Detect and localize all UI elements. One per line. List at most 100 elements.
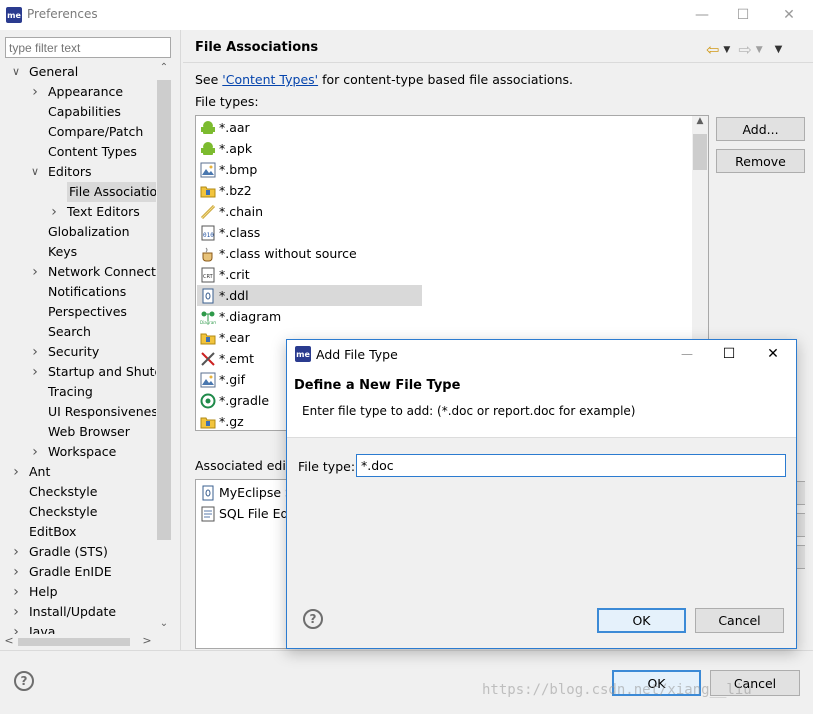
file-type-row[interactable]: Diagram *.diagram bbox=[200, 306, 281, 327]
tree-item[interactable]: Workspace bbox=[48, 442, 116, 462]
list-scroll-up-icon[interactable]: ▲ bbox=[692, 116, 708, 132]
forward-arrow-icon[interactable]: ⇨ bbox=[738, 40, 751, 59]
tree-item[interactable]: Compare/Patch bbox=[48, 122, 143, 142]
expand-chevron-icon[interactable]: › bbox=[10, 465, 22, 479]
tree-item[interactable]: Startup and Shutdown bbox=[48, 362, 172, 382]
file-type-input[interactable] bbox=[356, 454, 786, 477]
add-button[interactable]: Add... bbox=[716, 117, 805, 141]
file-type-row[interactable]: 010 *.class bbox=[200, 222, 260, 243]
tree-item[interactable]: Capabilities bbox=[48, 102, 121, 122]
tree-item[interactable]: Install/Update bbox=[29, 602, 116, 622]
file-type-label: *.bz2 bbox=[219, 183, 252, 198]
tree-item[interactable]: Perspectives bbox=[48, 302, 127, 322]
dialog-close-button[interactable]: ✕ bbox=[759, 342, 787, 366]
file-type-row[interactable]: *.bz2 bbox=[200, 180, 252, 201]
expand-chevron-icon[interactable]: › bbox=[29, 345, 41, 359]
collapse-chevron-icon[interactable]: ∨ bbox=[29, 166, 41, 178]
list-scroll-thumb[interactable] bbox=[693, 134, 707, 170]
remove-button[interactable]: Remove bbox=[716, 149, 805, 173]
tree-item[interactable]: Gradle EnIDE bbox=[29, 562, 112, 582]
dialog-minimize-button[interactable]: — bbox=[673, 342, 701, 366]
tree-item[interactable]: Network Connections bbox=[48, 262, 172, 282]
tree-item[interactable]: Checkstyle bbox=[29, 482, 97, 502]
tree-item[interactable]: EditBox bbox=[29, 522, 76, 542]
tree-item[interactable]: Checkstyle bbox=[29, 502, 97, 522]
tree-item[interactable]: UI Responsiveness bbox=[48, 402, 164, 422]
file-type-row[interactable]: *.gradle bbox=[200, 390, 269, 411]
tree-item[interactable]: Editors bbox=[48, 162, 92, 182]
image-file-icon bbox=[200, 162, 216, 178]
minimize-button[interactable]: — bbox=[682, 0, 722, 30]
collapse-chevron-icon[interactable]: ∨ bbox=[10, 66, 22, 78]
tree-vertical-scrollbar[interactable]: ⌃ ⌄ bbox=[156, 62, 172, 638]
dialog-cancel-button[interactable]: Cancel bbox=[695, 608, 784, 633]
file-type-label: File type: bbox=[298, 459, 356, 474]
file-type-label: *.chain bbox=[219, 204, 264, 219]
tree-item[interactable]: Web Browser bbox=[48, 422, 130, 442]
file-type-row[interactable]: *.apk bbox=[200, 138, 252, 159]
expand-chevron-icon[interactable]: › bbox=[48, 205, 60, 219]
dialog-help-icon[interactable]: ? bbox=[303, 609, 323, 629]
scroll-left-icon[interactable]: < bbox=[2, 634, 16, 650]
expand-chevron-icon[interactable]: › bbox=[10, 585, 22, 599]
file-type-row[interactable]: *.bmp bbox=[200, 159, 257, 180]
forward-dropdown-icon[interactable]: ▼ bbox=[756, 45, 763, 55]
file-type-label: *.bmp bbox=[219, 162, 258, 177]
close-button[interactable]: ✕ bbox=[769, 0, 809, 30]
file-type-row[interactable]: *.chain bbox=[200, 201, 263, 222]
view-menu-icon[interactable]: ▼ bbox=[775, 44, 783, 55]
preference-tree[interactable]: ∨ General › Appearance Capabilities Compare/P… bbox=[0, 62, 172, 638]
tree-item[interactable]: Tracing bbox=[48, 382, 93, 402]
content-types-link[interactable]: 'Content Types' bbox=[222, 72, 318, 87]
tree-item[interactable]: General bbox=[29, 62, 78, 82]
file-type-row[interactable]: *.emt bbox=[200, 348, 254, 369]
file-type-row[interactable]: *.gif bbox=[200, 369, 245, 390]
tree-item[interactable]: Gradle (STS) bbox=[29, 542, 108, 562]
file-type-row[interactable]: *.ddl bbox=[197, 285, 422, 306]
coffee-icon bbox=[200, 246, 216, 262]
tree-hscroll-thumb[interactable] bbox=[18, 638, 130, 646]
scroll-up-icon[interactable]: ⌃ bbox=[156, 62, 172, 78]
tree-item[interactable]: Text Editors bbox=[67, 202, 140, 222]
back-dropdown-icon[interactable]: ▼ bbox=[723, 45, 730, 55]
editor-row[interactable]: MyEclipse S bbox=[200, 482, 293, 503]
scroll-down-icon[interactable]: ⌄ bbox=[156, 618, 172, 634]
footer-divider bbox=[0, 650, 813, 651]
file-types-label: File types: bbox=[195, 94, 259, 109]
file-type-row[interactable]: *.gz bbox=[200, 411, 244, 430]
expand-chevron-icon[interactable]: › bbox=[29, 85, 41, 99]
expand-chevron-icon[interactable]: › bbox=[10, 545, 22, 559]
tree-item[interactable]: Search bbox=[48, 322, 91, 342]
file-type-row[interactable]: *.class without source bbox=[200, 243, 357, 264]
expand-chevron-icon[interactable]: › bbox=[29, 265, 41, 279]
back-arrow-icon[interactable]: ⇦ bbox=[706, 40, 719, 59]
tree-horizontal-scrollbar[interactable]: < > bbox=[0, 634, 156, 650]
expand-chevron-icon[interactable]: › bbox=[29, 365, 41, 379]
expand-chevron-icon[interactable]: › bbox=[10, 605, 22, 619]
tree-item[interactable]: Content Types bbox=[48, 142, 137, 162]
tree-item[interactable]: Help bbox=[29, 582, 58, 602]
tree-item[interactable]: Appearance bbox=[48, 82, 123, 102]
expand-chevron-icon[interactable]: › bbox=[29, 445, 41, 459]
expand-chevron-icon[interactable]: › bbox=[10, 565, 22, 579]
tree-item[interactable]: Globalization bbox=[48, 222, 130, 242]
tree-item[interactable]: Ant bbox=[29, 462, 50, 482]
file-type-label: *.aar bbox=[219, 120, 250, 135]
tree-item[interactable]: Keys bbox=[48, 242, 77, 262]
scroll-right-icon[interactable]: > bbox=[140, 634, 154, 650]
file-type-row[interactable]: CRT *.crit bbox=[200, 264, 250, 285]
tree-item[interactable]: Notifications bbox=[48, 282, 126, 302]
ddl-file-icon bbox=[200, 485, 216, 501]
dialog-maximize-button[interactable]: ☐ bbox=[715, 342, 743, 366]
editor-row[interactable]: SQL File Edi bbox=[200, 503, 292, 524]
app-icon: me bbox=[6, 7, 22, 23]
help-icon[interactable]: ? bbox=[14, 671, 34, 691]
panel-divider[interactable] bbox=[180, 30, 181, 650]
file-type-row[interactable]: *.ear bbox=[200, 327, 250, 348]
file-type-row[interactable]: *.aar bbox=[200, 117, 250, 138]
filter-input[interactable] bbox=[5, 37, 171, 58]
tree-scroll-thumb[interactable] bbox=[157, 80, 171, 540]
maximize-button[interactable]: ☐ bbox=[723, 0, 763, 30]
tree-item[interactable]: Security bbox=[48, 342, 99, 362]
dialog-ok-button[interactable]: OK bbox=[597, 608, 686, 633]
